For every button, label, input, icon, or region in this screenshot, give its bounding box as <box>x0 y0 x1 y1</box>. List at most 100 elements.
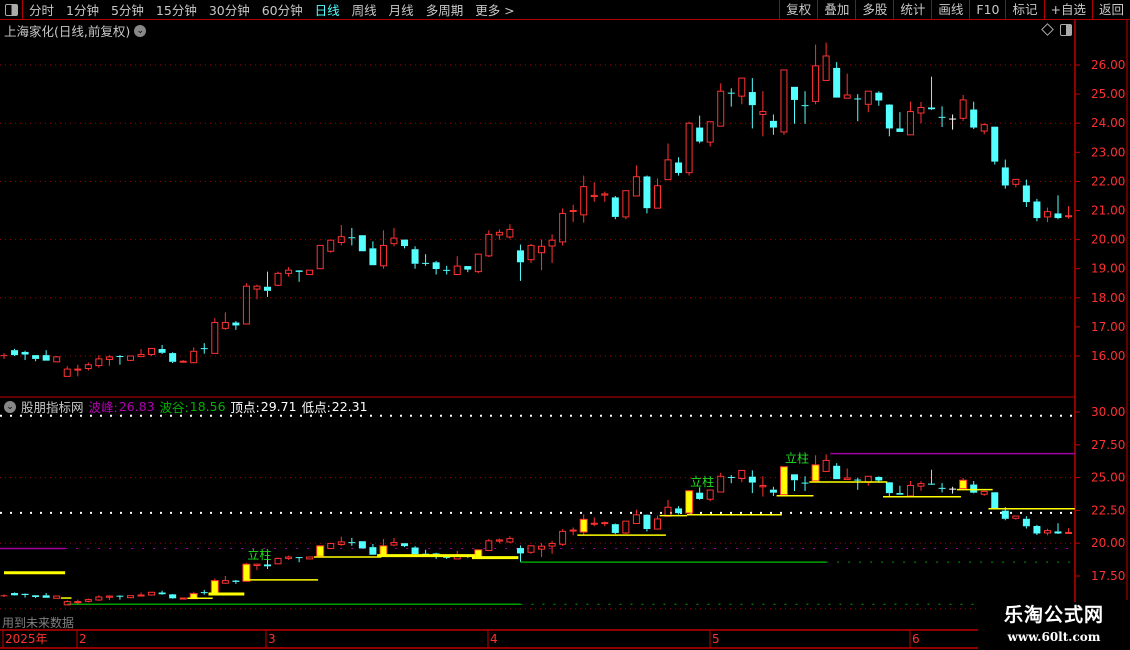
price-candle <box>548 234 556 263</box>
candle-body <box>717 90 725 127</box>
candle-body <box>11 350 19 356</box>
candle-body <box>991 492 999 509</box>
candle-body <box>569 529 577 532</box>
highlight-candle-body <box>316 545 325 557</box>
indicator-candle <box>0 594 8 597</box>
candle-body <box>411 249 419 264</box>
candle-body <box>791 474 798 481</box>
candle-body <box>422 262 430 264</box>
candle-body <box>401 239 409 247</box>
candle-body <box>949 488 957 490</box>
highlight-candle-body <box>579 518 588 533</box>
candle-body <box>1012 515 1020 519</box>
candle-body <box>95 358 103 367</box>
watermark-title: 乐淘公式网 <box>1003 604 1104 626</box>
top-label: 顶点: <box>230 400 260 415</box>
indicator-name[interactable]: 股朋指标网 <box>21 397 84 416</box>
price-candle <box>1022 179 1030 208</box>
indicator-candle <box>833 463 841 480</box>
candle-body <box>327 542 335 549</box>
price-candle <box>653 178 661 209</box>
indicator-axis-label: 17.50 <box>1091 569 1125 583</box>
price-candle <box>1001 159 1009 189</box>
candle-body <box>896 128 904 132</box>
candle-body <box>337 236 345 244</box>
candle-body <box>74 368 82 371</box>
candle-body <box>822 459 830 472</box>
candle-body <box>274 272 282 286</box>
signal-label: 立柱 <box>690 474 714 489</box>
indicator-candle <box>938 483 946 493</box>
trough-value: 18.56 <box>189 399 226 414</box>
indicator-candle <box>885 482 893 497</box>
date-label: 3 <box>268 632 276 646</box>
candle-body <box>833 465 841 480</box>
price-candle <box>158 344 166 354</box>
highlight-candle-body <box>685 490 694 514</box>
signal-label: 立柱 <box>785 451 809 466</box>
candle-body <box>949 118 957 120</box>
candle-body <box>485 540 493 552</box>
candle-body <box>348 542 356 544</box>
candle-body <box>358 541 366 549</box>
price-candle <box>63 366 71 377</box>
price-candle <box>327 239 335 253</box>
indicator-candle <box>527 545 535 554</box>
price-axis-label: 26.00 <box>1091 58 1125 72</box>
candle-body <box>1033 526 1041 534</box>
indicator-axis-label: 25.00 <box>1091 471 1125 485</box>
candle-body <box>485 233 493 257</box>
peak-label: 波峰: <box>88 400 118 415</box>
candle-body <box>928 107 936 110</box>
indicator-axis-label: 20.00 <box>1091 536 1125 550</box>
candle-body <box>696 127 704 142</box>
indicator-candle <box>991 492 999 510</box>
candle-body <box>653 185 661 209</box>
price-candle <box>917 101 925 124</box>
candle-body <box>791 86 798 100</box>
candle-body <box>1065 531 1073 534</box>
candle-body <box>0 595 8 597</box>
price-candle <box>42 350 50 361</box>
price-candle <box>401 239 409 249</box>
price-candle <box>169 352 177 363</box>
candle-body <box>622 520 630 534</box>
price-candle <box>854 94 862 122</box>
indicator-candle <box>717 472 725 493</box>
candle-body <box>126 355 134 361</box>
candle-body <box>569 210 577 212</box>
price-candle <box>664 143 672 181</box>
price-candle <box>527 243 535 263</box>
indicator-candle <box>401 543 409 548</box>
indicator-axis-label: 30.00 <box>1091 405 1125 419</box>
price-axis-label: 25.00 <box>1091 87 1125 101</box>
indicator-candle <box>759 476 767 497</box>
candle-body <box>105 356 113 360</box>
indicator-candle <box>706 489 714 502</box>
candle-body <box>264 286 271 291</box>
candle-body <box>285 269 293 274</box>
indicator-candle <box>210 578 219 595</box>
kline-chart[interactable]: 26.00 25.00 24.00 23.00 22.00 21.00 20.00 19.00… <box>0 0 1130 650</box>
candle-body <box>748 476 756 483</box>
highlight-candle-body <box>379 545 388 556</box>
price-candle <box>516 244 524 281</box>
indicator-candle <box>949 486 957 494</box>
indicator-candle <box>84 598 92 603</box>
price-candle <box>21 350 29 361</box>
candle-body <box>21 593 29 596</box>
chevron-down-icon[interactable]: ⌄ <box>4 400 16 413</box>
price-candle <box>569 204 577 223</box>
indicator-candle <box>917 481 925 491</box>
price-candle <box>580 175 588 223</box>
candle-body <box>675 508 683 514</box>
indicator-candle <box>801 476 809 491</box>
candle-body <box>306 556 314 560</box>
indicator-candle <box>379 539 388 557</box>
price-axis-label: 20.00 <box>1091 233 1125 247</box>
candle-body <box>369 547 377 555</box>
indicator-candle <box>316 545 325 557</box>
candle-body <box>717 475 725 493</box>
future-data-note: 用到未来数据 <box>2 616 75 630</box>
price-axis-label: 22.00 <box>1091 174 1125 188</box>
